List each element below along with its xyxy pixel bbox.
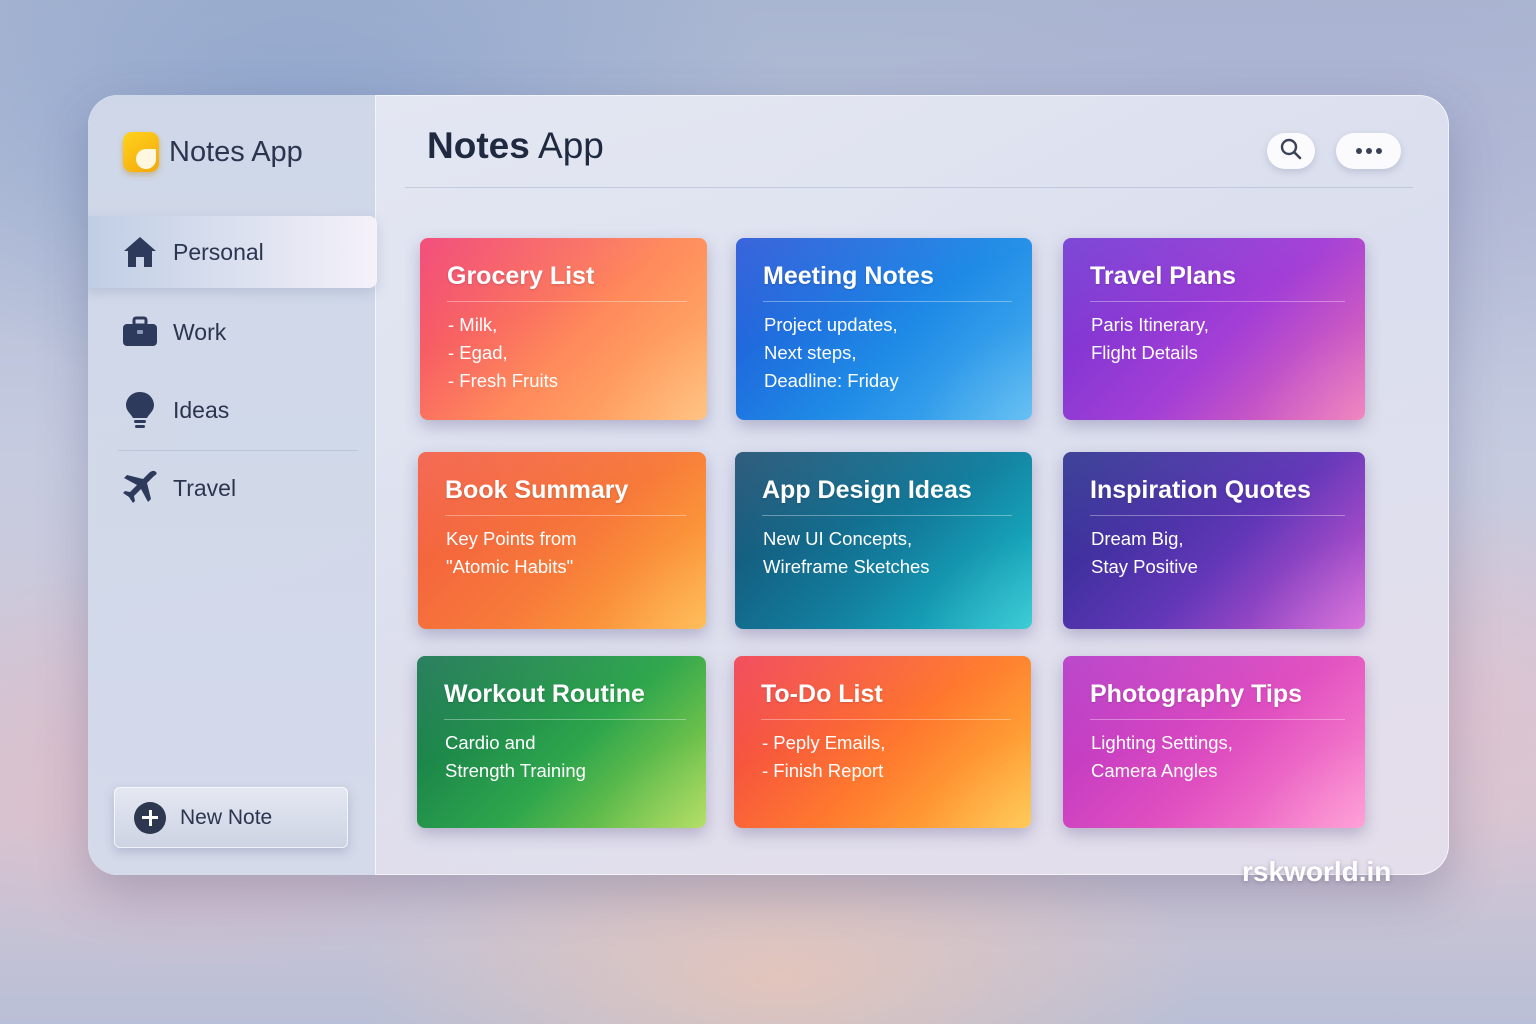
airplane-icon [120, 468, 160, 508]
new-note-button[interactable]: New Note [114, 787, 348, 848]
note-body-line: - Milk, [448, 314, 498, 335]
search-button[interactable] [1267, 133, 1315, 169]
note-body-line: Strength Training [445, 760, 586, 781]
sidebar-item-travel[interactable]: Travel [88, 452, 376, 524]
sidebar-item-label: Ideas [173, 396, 230, 423]
note-body-line: "Atomic Habits" [446, 556, 574, 577]
page-title-bold: Notes [427, 125, 530, 166]
note-title: App Design Ideas [762, 476, 972, 504]
note-body-line: Deadline: Friday [764, 370, 899, 391]
note-body-line: Wireframe Sketches [763, 556, 930, 577]
note-body-line: Camera Angles [1091, 760, 1218, 781]
home-icon [120, 232, 160, 272]
note-card-app-design-ideas[interactable]: App Design Ideas New UI Concepts, Wirefram… [735, 452, 1032, 629]
note-title: Travel Plans [1090, 262, 1236, 290]
notes-app-logo-icon [123, 132, 159, 172]
note-card-inspiration-quotes[interactable]: Inspiration Quotes Dream Big, Stay Positiv… [1063, 452, 1365, 629]
note-body-line: - Finish Report [762, 760, 884, 781]
note-title-divider [762, 515, 1012, 516]
note-title-divider [447, 301, 687, 302]
note-body-line: Flight Details [1091, 342, 1198, 363]
more-options-button[interactable] [1336, 133, 1401, 169]
note-card-grocery-list[interactable]: Grocery List - Milk, - Egad, - Fresh Fruits [420, 238, 707, 420]
watermark-text: rskworld.in [1242, 856, 1392, 887]
note-card-workout-routine[interactable]: Workout Routine Cardio and Strength Traini… [417, 656, 706, 828]
sidebar-brand: Notes App [123, 132, 303, 172]
search-icon [1279, 137, 1303, 165]
note-title-divider [1090, 515, 1345, 516]
note-body-line: New UI Concepts, [763, 528, 913, 549]
note-body-line: Project updates, [764, 314, 898, 335]
note-title: Book Summary [445, 476, 629, 504]
sidebar-item-label: Travel [173, 474, 237, 501]
note-title-divider [444, 719, 686, 720]
sidebar-divider [118, 450, 358, 451]
header-divider [405, 187, 1413, 188]
sidebar-item-work[interactable]: Work [88, 296, 376, 368]
note-body-line: - Egad, [448, 342, 508, 363]
note-body-line: Stay Positive [1091, 556, 1198, 577]
sidebar: Notes App Personal Work Ideas Travel New… [88, 95, 377, 875]
sidebar-item-label: Work [173, 318, 227, 345]
note-title-divider [763, 301, 1012, 302]
page-title-rest: App [529, 125, 604, 166]
note-card-photography-tips[interactable]: Photography Tips Lighting Settings, Camera… [1063, 656, 1365, 828]
sidebar-item-ideas[interactable]: Ideas [88, 374, 376, 446]
app-window: Notes App Personal Work Ideas Travel New… [88, 95, 1449, 875]
note-title: Photography Tips [1090, 680, 1303, 708]
note-body-line: - Fresh Fruits [448, 370, 558, 391]
note-title: Inspiration Quotes [1090, 476, 1311, 504]
note-body-line: Lighting Settings, [1091, 732, 1233, 753]
briefcase-icon [120, 312, 160, 352]
note-title-divider [761, 719, 1011, 720]
note-card-travel-plans[interactable]: Travel Plans Paris Itinerary, Flight Detai… [1063, 238, 1365, 420]
note-title: Workout Routine [444, 680, 645, 708]
note-body-line: Key Points from [446, 528, 577, 549]
sidebar-app-title: Notes App [169, 135, 303, 168]
note-body-line: - Peply Emails, [762, 732, 886, 753]
sidebar-item-label: Personal [173, 238, 264, 265]
note-body-line: Paris Itinerary, [1091, 314, 1209, 335]
note-body-line: Dream Big, [1091, 528, 1184, 549]
note-title-divider [1090, 719, 1345, 720]
note-body-line: Next steps, [764, 342, 857, 363]
sidebar-item-personal[interactable]: Personal [88, 216, 377, 288]
note-title: Grocery List [447, 262, 595, 290]
lightbulb-icon [120, 390, 160, 430]
new-note-label: New Note [180, 805, 273, 829]
note-title: To-Do List [761, 680, 883, 708]
note-title-divider [445, 515, 686, 516]
note-title: Meeting Notes [763, 262, 934, 290]
note-card-book-summary[interactable]: Book Summary Key Points from "Atomic Habit… [418, 452, 706, 629]
page-title: Notes App [427, 125, 604, 167]
note-card-to-do-list[interactable]: To-Do List - Peply Emails, - Finish Report [734, 656, 1031, 828]
note-card-meeting-notes[interactable]: Meeting Notes Project updates, Next steps,… [736, 238, 1032, 420]
note-title-divider [1090, 301, 1345, 302]
plus-icon [134, 801, 166, 834]
more-icon [1355, 148, 1382, 154]
note-body-line: Cardio and [445, 732, 536, 753]
